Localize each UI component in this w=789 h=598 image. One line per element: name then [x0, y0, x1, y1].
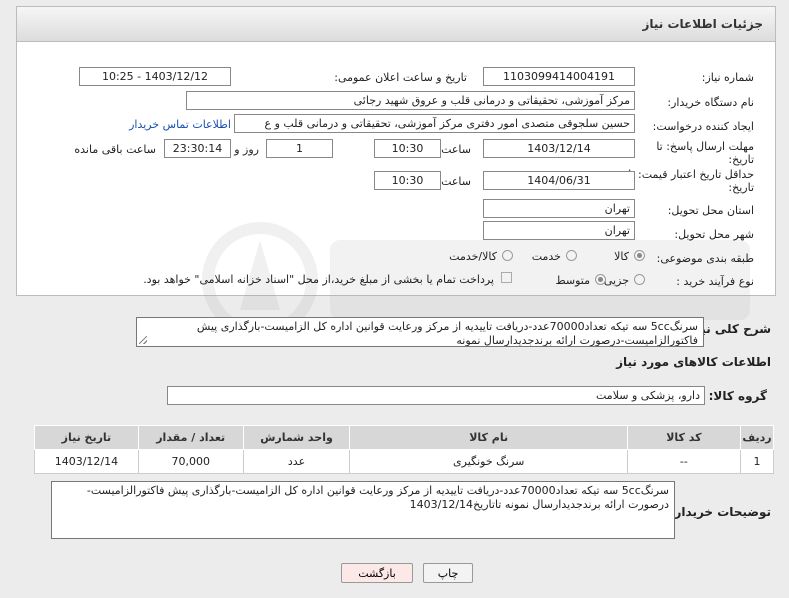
deadline-time-label: ساعت: [441, 143, 471, 156]
summary-text: سرنگ5cc سه تیکه تعداد70000عدد-دریافت تای…: [136, 317, 704, 347]
validity-time-label: ساعت: [441, 175, 471, 188]
deadline-date-suffix: تاریخ:: [728, 153, 754, 166]
buyer-org-label: نام دستگاه خریدار:: [667, 96, 754, 109]
deadline-label: مهلت ارسال پاسخ: تا: [656, 140, 754, 153]
creator-label: ایجاد کننده درخواست:: [652, 120, 754, 133]
payment-note: پرداخت تمام یا بخشی از مبلغ خرید،از محل …: [143, 273, 494, 286]
cell-name: سرنگ خونگیری: [349, 449, 628, 474]
col-code: کد کالا: [626, 425, 741, 450]
deadline-date-field: 1403/12/14: [483, 139, 635, 158]
contact-info-link[interactable]: اطلاعات تماس خریدار: [129, 118, 231, 131]
announce-label: تاریخ و ساعت اعلان عمومی:: [334, 71, 467, 84]
validity-date-field: 1404/06/31: [483, 171, 635, 190]
goods-table-header: ردیف کد کالا نام کالا واحد شمارش تعداد /…: [34, 425, 775, 450]
col-unit: واحد شمارش: [242, 425, 351, 450]
city-field: تهران: [483, 221, 635, 240]
cell-code: --: [626, 449, 741, 474]
process-label: نوع فرآیند خرید :: [676, 275, 754, 288]
process-medium-label: متوسط: [555, 274, 590, 287]
cell-date: 1403/12/14: [34, 449, 139, 474]
buyer-notes-label: توضیحات خریدار:: [669, 505, 771, 519]
province-field: تهران: [483, 199, 635, 218]
cell-unit: عدد: [242, 449, 351, 474]
announce-datetime-field: 1403/12/12 - 10:25: [79, 67, 231, 86]
back-button[interactable]: بازگشت: [341, 563, 413, 583]
col-name: نام کالا: [349, 425, 628, 450]
goods-table: ردیف کد کالا نام کالا واحد شمارش تعداد /…: [34, 425, 775, 474]
remaining-time-field: 23:30:14: [164, 139, 231, 158]
resize-handle-icon[interactable]: [139, 336, 147, 344]
category-goods-label: کالا: [614, 250, 629, 263]
remaining-label: ساعت باقی مانده: [74, 143, 156, 156]
print-button[interactable]: چاپ: [423, 563, 473, 583]
col-date: تاریخ نیاز: [34, 425, 139, 450]
days-field: 1: [266, 139, 333, 158]
validity-label: حداقل تاریخ اعتبار قیمت: تا: [628, 168, 754, 181]
category-service-label: خدمت: [531, 250, 561, 263]
treasury-payment-checkbox[interactable]: [501, 272, 512, 283]
city-label: شهر محل تحویل:: [674, 228, 754, 241]
cell-qty: 70,000: [137, 449, 244, 474]
deadline-time-field: 10:30: [374, 139, 441, 158]
process-minor-radio[interactable]: [634, 274, 645, 285]
page-title: جزئیات اطلاعات نیاز: [16, 6, 776, 42]
process-medium-radio[interactable]: [595, 274, 606, 285]
goods-group-label: گروه کالا:: [708, 389, 767, 403]
need-number-label: شماره نیاز:: [701, 71, 754, 84]
days-label: روز و: [234, 143, 259, 156]
goods-section-title: اطلاعات کالاهای مورد نیاز: [616, 355, 771, 369]
category-goods-service-radio[interactable]: [502, 250, 513, 261]
goods-group-field: دارو، پزشکی و سلامت: [167, 386, 705, 405]
cell-row: 1: [739, 449, 775, 474]
creator-field: حسین سلجوقی متصدی امور دفتری مرکز آموزشی…: [234, 114, 635, 133]
col-row: ردیف: [739, 425, 775, 450]
category-label: طبقه بندی موضوعی:: [656, 252, 754, 265]
validity-time-field: 10:30: [374, 171, 441, 190]
need-number-field: 1103099414004191: [483, 67, 635, 86]
category-goods-radio[interactable]: [634, 250, 645, 261]
province-label: استان محل تحویل:: [667, 204, 754, 217]
category-goods-service-label: کالا/خدمت: [449, 250, 497, 263]
buyer-notes-text: سرنگ5cc سه تیکه تعداد70000عدد-دریافت تای…: [51, 481, 675, 539]
table-row: 1 -- سرنگ خونگیری عدد 70,000 1403/12/14: [34, 449, 775, 474]
category-service-radio[interactable]: [566, 250, 577, 261]
col-qty: تعداد / مقدار: [137, 425, 244, 450]
validity-date-suffix: تاریخ:: [728, 181, 754, 194]
process-minor-label: جزیی: [603, 274, 629, 287]
buyer-org-field: مرکز آموزشی، تحقیقاتی و درمانی قلب و عرو…: [186, 91, 635, 110]
